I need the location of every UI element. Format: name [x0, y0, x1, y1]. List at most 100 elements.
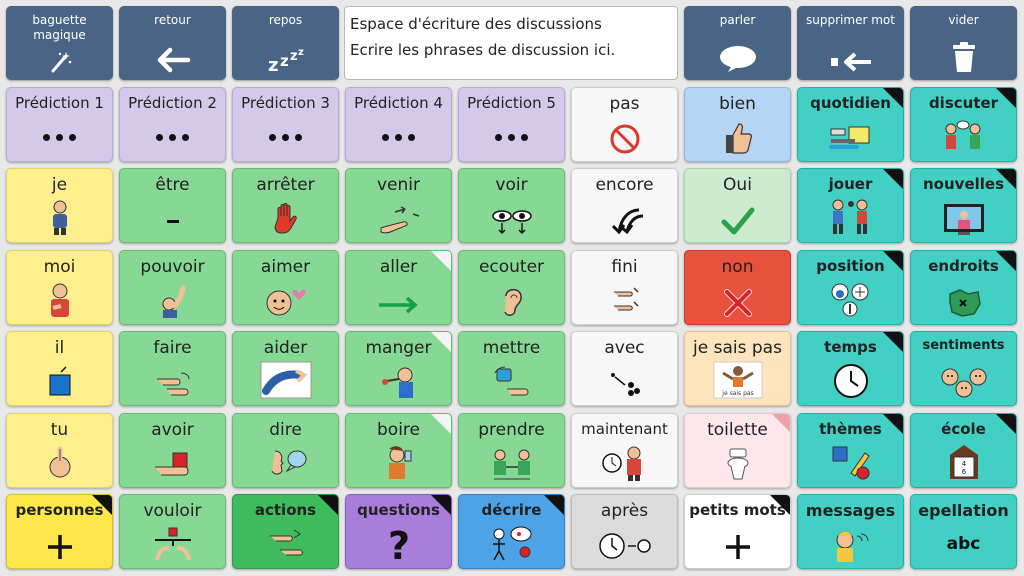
category-quotidien-label: quotidien — [810, 94, 891, 112]
category-jouer-button[interactable]: jouer — [797, 168, 904, 243]
back-label: retour — [154, 13, 191, 27]
category-discuter-label: discuter — [928, 94, 999, 112]
prediction-2-button[interactable]: Prédiction 2 — [119, 87, 226, 162]
themes-objects-icon — [798, 443, 903, 481]
magic-wand-icon — [6, 51, 113, 73]
putting-icon — [459, 365, 564, 399]
word-ecouter-label: ecouter — [478, 257, 545, 277]
word-aller-button[interactable]: aller — [345, 250, 452, 325]
actions-hands-icon — [233, 526, 338, 562]
word-avec-button[interactable]: avec — [571, 331, 678, 406]
face-heart-icon — [233, 284, 338, 318]
prediction-4-button[interactable]: Prédiction 4 — [345, 87, 452, 162]
word-boire-button[interactable]: boire — [345, 413, 452, 488]
message-line-1: Espace d'écriture des discussions — [350, 15, 602, 33]
category-quotidien-button[interactable]: quotidien — [797, 87, 904, 162]
category-temps-button[interactable]: temps — [797, 331, 904, 406]
category-endroits-label: endroits — [928, 257, 999, 275]
word-avoir-button[interactable]: avoir — [119, 413, 226, 488]
word-tu-button[interactable]: tu — [6, 413, 113, 488]
pointing-you-icon — [7, 445, 112, 481]
category-actions-button[interactable]: actions — [232, 494, 339, 569]
word-arreter-button[interactable]: arrêter — [232, 168, 339, 243]
word-fini-label: fini — [611, 257, 638, 277]
word-non-button[interactable]: non — [684, 250, 791, 325]
word-etre-button[interactable]: être — [119, 168, 226, 243]
word-voir-button[interactable]: voir — [458, 168, 565, 243]
word-je-sais-pas-button[interactable]: je sais pas je sais pas — [684, 331, 791, 406]
category-position-label: position — [816, 257, 885, 275]
speak-label: parler — [719, 13, 756, 27]
word-mettre-button[interactable]: mettre — [458, 331, 565, 406]
word-faire-button[interactable]: faire — [119, 331, 226, 406]
clear-label: vider — [948, 13, 979, 27]
category-endroits-button[interactable]: endroits — [910, 250, 1017, 325]
category-questions-label: questions — [357, 501, 440, 519]
prediction-3-label: Prédiction 3 — [241, 94, 330, 112]
prediction-4-label: Prédiction 4 — [354, 94, 443, 112]
sleep-zzz-icon: zzzz — [232, 45, 339, 73]
category-themes-button[interactable]: thèmes — [797, 413, 904, 488]
category-questions-button[interactable]: questions ? — [345, 494, 452, 569]
after-clocks-icon — [572, 530, 677, 562]
word-bien-label: bien — [719, 94, 756, 114]
shrug-icon: je sais pas — [685, 361, 790, 399]
word-prendre-button[interactable]: prendre — [458, 413, 565, 488]
category-nouvelles-button[interactable]: nouvelles — [910, 168, 1017, 243]
word-vouloir-button[interactable]: vouloir — [119, 494, 226, 569]
word-voir-label: voir — [495, 175, 528, 195]
clear-button[interactable]: vider — [910, 6, 1017, 80]
cross-icon — [685, 288, 790, 318]
word-apres-label: après — [600, 501, 649, 521]
category-petits-mots-button[interactable]: petits mots — [684, 494, 791, 569]
svg-text:z: z — [280, 52, 289, 70]
category-position-button[interactable]: position — [797, 250, 904, 325]
prediction-3-button[interactable]: Prédiction 3 — [232, 87, 339, 162]
word-non-label: non — [721, 257, 754, 277]
dash-icon — [120, 206, 225, 236]
back-button[interactable]: retour — [119, 6, 226, 80]
word-aider-button[interactable]: aider — [232, 331, 339, 406]
prediction-5-label: Prédiction 5 — [467, 94, 556, 112]
word-aimer-button[interactable]: aimer — [232, 250, 339, 325]
category-nouvelles-label: nouvelles — [923, 175, 1004, 193]
prediction-5-button[interactable]: Prédiction 5 — [458, 87, 565, 162]
category-decrire-button[interactable]: décrire — [458, 494, 565, 569]
category-sentiments-button[interactable]: sentiments — [910, 331, 1017, 406]
delete-word-button[interactable]: supprimer mot — [797, 6, 904, 80]
word-ecouter-button[interactable]: ecouter — [458, 250, 565, 325]
word-toilette-button[interactable]: toilette — [684, 413, 791, 488]
svg-text:z: z — [298, 47, 304, 58]
position-symbols-icon — [798, 280, 903, 318]
word-apres-button[interactable]: après — [571, 494, 678, 569]
magic-wand-button[interactable]: baguette magique — [6, 6, 113, 80]
word-encore-button[interactable]: encore — [571, 168, 678, 243]
word-il-button[interactable]: il — [6, 331, 113, 406]
word-pas-button[interactable]: pas — [571, 87, 678, 162]
word-dire-button[interactable]: dire — [232, 413, 339, 488]
eating-icon — [346, 365, 451, 399]
svg-text:?: ? — [387, 524, 409, 562]
word-pouvoir-button[interactable]: pouvoir — [119, 250, 226, 325]
rest-button[interactable]: repos zzzz — [232, 6, 339, 80]
category-personnes-button[interactable]: personnes — [6, 494, 113, 569]
category-messages-button[interactable]: messages — [797, 494, 904, 569]
trash-icon — [910, 41, 1017, 73]
school-board-icon: 46 — [911, 443, 1016, 481]
category-themes-label: thèmes — [819, 420, 882, 438]
word-maintenant-button[interactable]: maintenant — [571, 413, 678, 488]
word-je-button[interactable]: je — [6, 168, 113, 243]
category-ecole-button[interactable]: école 46 — [910, 413, 1017, 488]
prediction-1-button[interactable]: Prédiction 1 — [6, 87, 113, 162]
category-epellation-button[interactable]: epellation abc — [910, 494, 1017, 569]
word-moi-button[interactable]: moi — [6, 250, 113, 325]
speak-button[interactable]: parler — [684, 6, 791, 80]
word-je-label: je — [51, 175, 68, 195]
word-venir-button[interactable]: venir — [345, 168, 452, 243]
word-oui-button[interactable]: Oui — [684, 168, 791, 243]
word-manger-button[interactable]: manger — [345, 331, 452, 406]
message-text-area[interactable]: Espace d'écriture des discussions Ecrire… — [344, 6, 678, 80]
word-bien-button[interactable]: bien — [684, 87, 791, 162]
word-fini-button[interactable]: fini — [571, 250, 678, 325]
category-discuter-button[interactable]: discuter — [910, 87, 1017, 162]
